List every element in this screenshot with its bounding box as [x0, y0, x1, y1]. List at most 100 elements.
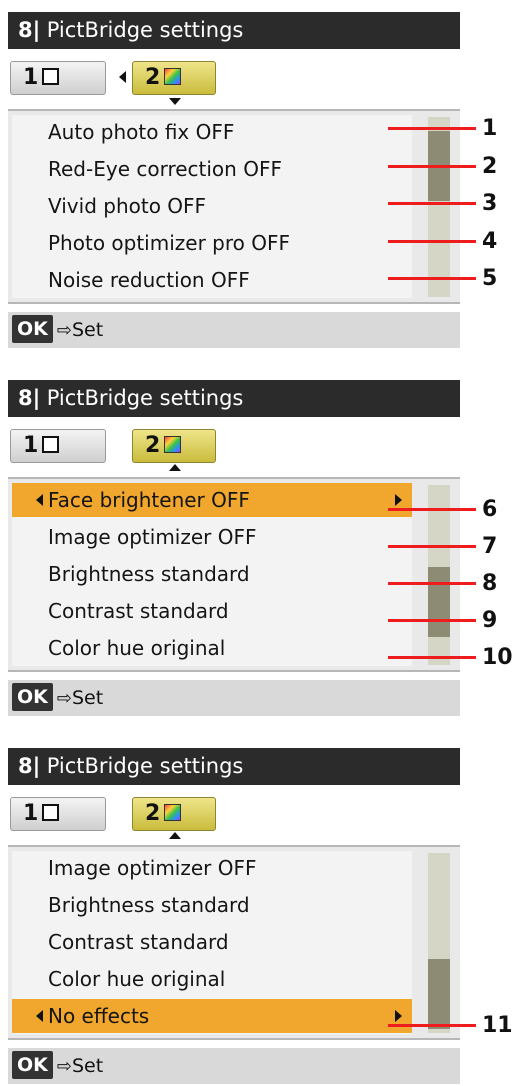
- tab-page-2[interactable]: 2: [132, 61, 216, 95]
- settings-list: Auto photo fix OFF Red-Eye correction OF…: [8, 109, 460, 304]
- list-item-image-optimizer[interactable]: Image optimizer OFF: [12, 851, 412, 885]
- set-label: Set: [71, 1055, 104, 1077]
- scrollbar[interactable]: [428, 485, 450, 665]
- scrollbar-thumb[interactable]: [428, 959, 450, 1029]
- callout-line: [388, 656, 476, 659]
- left-arrow-icon: [119, 71, 126, 83]
- list-item-color-hue[interactable]: Color hue original: [12, 631, 412, 665]
- list-item-face-brightener[interactable]: Face brightener OFF: [12, 483, 412, 517]
- list-item-auto-photo-fix[interactable]: Auto photo fix OFF: [12, 115, 412, 149]
- settings-icon: 8|: [18, 754, 41, 778]
- tab-row: 1 2: [8, 49, 460, 109]
- callout-number: 5: [482, 266, 498, 291]
- list-item-brightness[interactable]: Brightness standard: [12, 888, 412, 922]
- list-item-contrast[interactable]: Contrast standard: [12, 594, 412, 628]
- color-photo-icon: [164, 436, 182, 453]
- tab-row: 1 2: [8, 785, 460, 845]
- ok-button[interactable]: OK: [12, 683, 53, 711]
- list-item-vivid-photo[interactable]: Vivid photo OFF: [12, 189, 412, 223]
- lcd-display: 8| PictBridge settings 1 2 Auto photo fi…: [8, 12, 460, 348]
- list-item-brightness[interactable]: Brightness standard: [12, 557, 412, 591]
- tab-page-2-label: 2: [145, 433, 161, 458]
- list-item-contrast[interactable]: Contrast standard: [12, 925, 412, 959]
- caret-down-icon: [169, 98, 181, 105]
- left-arrow-icon[interactable]: [36, 494, 43, 506]
- title-bar: 8| PictBridge settings: [8, 380, 460, 417]
- footer-bar: OK ⇨Set: [8, 312, 460, 348]
- settings-icon: 8|: [18, 18, 41, 42]
- footer-bar: OK ⇨Set: [8, 1048, 460, 1084]
- callout-line: [388, 1024, 476, 1027]
- callout-number: 2: [482, 154, 498, 179]
- list-item-effects[interactable]: No effects: [12, 999, 412, 1033]
- title-bar: 8| PictBridge settings: [8, 748, 460, 785]
- callout-line: [388, 202, 476, 205]
- list-item-image-optimizer[interactable]: Image optimizer OFF: [12, 520, 412, 554]
- single-photo-icon: [42, 436, 60, 453]
- scrollbar[interactable]: [428, 117, 450, 297]
- set-label: Set: [71, 687, 104, 709]
- callout-number: 6: [482, 497, 498, 522]
- color-photo-icon: [164, 68, 182, 85]
- tab-row: 1 2: [8, 417, 460, 477]
- callout-line: [388, 582, 476, 585]
- left-arrow-icon[interactable]: [36, 1010, 43, 1022]
- list-item-color-hue[interactable]: Color hue original: [12, 962, 412, 996]
- single-photo-icon: [42, 68, 60, 85]
- tab-page-2[interactable]: 2: [132, 429, 216, 463]
- title-bar: 8| PictBridge settings: [8, 12, 460, 49]
- scrollbar-thumb[interactable]: [428, 567, 450, 637]
- settings-screen-2: 8| PictBridge settings 1 2 Face brighten…: [0, 368, 517, 718]
- tab-page-1[interactable]: 1: [10, 797, 106, 831]
- callout-number: 8: [482, 571, 498, 596]
- arrow-right-icon: ⇨: [56, 1056, 72, 1077]
- tab-page-2[interactable]: 2: [132, 797, 216, 831]
- callout-line: [388, 165, 476, 168]
- right-arrow-icon[interactable]: [395, 494, 402, 506]
- set-label: Set: [71, 319, 104, 341]
- single-photo-icon: [42, 804, 60, 821]
- callout-number: 1: [482, 116, 498, 141]
- callout-line: [388, 127, 476, 130]
- tab-page-1-label: 1: [23, 433, 39, 458]
- list-item-photo-optimizer-pro[interactable]: Photo optimizer pro OFF: [12, 226, 412, 260]
- callout-number: 11: [482, 1013, 513, 1038]
- tab-page-1-label: 1: [23, 65, 39, 90]
- callout-number: 9: [482, 608, 498, 633]
- tab-page-1-label: 1: [23, 801, 39, 826]
- callout-line: [388, 277, 476, 280]
- right-arrow-icon[interactable]: [395, 1010, 402, 1022]
- callout-line: [388, 508, 476, 511]
- screen-title: PictBridge settings: [46, 754, 244, 778]
- screen-title: PictBridge settings: [46, 386, 244, 410]
- footer-bar: OK ⇨Set: [8, 680, 460, 716]
- callout-line: [388, 545, 476, 548]
- ok-button[interactable]: OK: [12, 315, 53, 343]
- scrollbar[interactable]: [428, 853, 450, 1033]
- settings-screen-1: 8| PictBridge settings 1 2 Auto photo fi…: [0, 0, 517, 350]
- callout-number: 3: [482, 191, 498, 216]
- settings-list: Face brightener OFF Image optimizer OFF …: [8, 477, 460, 672]
- tab-page-2-label: 2: [145, 801, 161, 826]
- color-photo-icon: [164, 804, 182, 821]
- caret-up-icon: [169, 464, 181, 471]
- tab-page-1[interactable]: 1: [10, 429, 106, 463]
- tab-page-1[interactable]: 1: [10, 61, 106, 95]
- caret-up-icon: [169, 832, 181, 839]
- ok-button[interactable]: OK: [12, 1051, 53, 1079]
- list-item-label: No effects: [48, 1004, 150, 1028]
- settings-list-items: Face brightener OFF Image optimizer OFF …: [12, 483, 412, 666]
- settings-screen-3: 8| PictBridge settings 1 2 Image optimiz…: [0, 736, 517, 1086]
- settings-list: Image optimizer OFF Brightness standard …: [8, 845, 460, 1040]
- callout-line: [388, 619, 476, 622]
- list-item-red-eye-correction[interactable]: Red-Eye correction OFF: [12, 152, 412, 186]
- screen-title: PictBridge settings: [46, 18, 244, 42]
- callout-line: [388, 240, 476, 243]
- settings-list-items: Image optimizer OFF Brightness standard …: [12, 851, 412, 1034]
- arrow-right-icon: ⇨: [56, 320, 72, 341]
- settings-icon: 8|: [18, 386, 41, 410]
- callout-number: 4: [482, 229, 498, 254]
- list-item-noise-reduction[interactable]: Noise reduction OFF: [12, 263, 412, 297]
- settings-list-items: Auto photo fix OFF Red-Eye correction OF…: [12, 115, 412, 298]
- list-item-label: Face brightener OFF: [48, 488, 250, 512]
